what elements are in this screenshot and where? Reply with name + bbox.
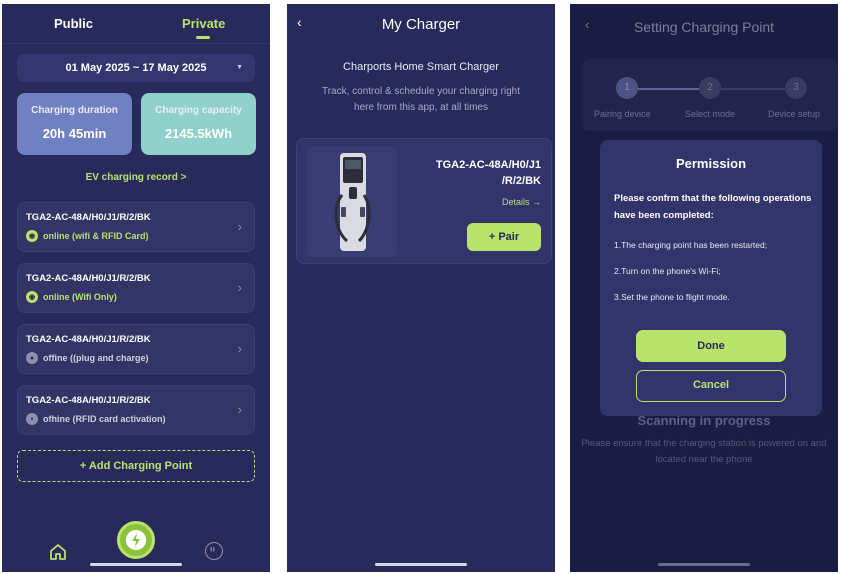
step-number: 3 bbox=[785, 77, 807, 99]
tab-bar: Public Private bbox=[2, 4, 270, 44]
charger-list-item[interactable]: TGA2-AC-48A/H0/J1/R/2/BK ◉ online (Wifi … bbox=[17, 263, 255, 313]
charger-model-line1: TGA2-AC-48A/H0/J1 bbox=[435, 159, 541, 171]
setup-stepper: 1 2 3 Pairing device Select mode Device … bbox=[582, 59, 838, 131]
charger-status-text: offine ((plug and charge) bbox=[43, 353, 149, 363]
charger-status: ◉ online (Wifi Only) bbox=[26, 291, 117, 303]
charger-model: TGA2-AC-48A/H0/J1/R/2/BK bbox=[26, 273, 151, 284]
step-number: 1 bbox=[616, 77, 638, 99]
charger-list-item[interactable]: TGA2-AC-48A/H0/J1/R/2/BK ◉ online (wifi … bbox=[17, 202, 255, 252]
charger-product-name: Charports Home Smart Charger bbox=[343, 61, 499, 73]
checklist-item: 2.Turn on the phone's Wi-Fi; bbox=[614, 266, 721, 276]
charger-image bbox=[307, 147, 397, 257]
step-label: Select mode bbox=[685, 109, 736, 119]
duration-value: 20h 45min bbox=[42, 126, 107, 141]
charging-dashboard-screen: Public Private 01 May 2025 ~ 17 May 2025… bbox=[2, 4, 270, 572]
capacity-value: 2145.5kWh bbox=[164, 126, 233, 141]
charger-status-text: online (wifi & RFID Card) bbox=[43, 231, 149, 241]
charger-list-item[interactable]: TGA2-AC-48A/H0/J1/R/2/BK ● offine ((plug… bbox=[17, 324, 255, 374]
step-number: 2 bbox=[699, 77, 721, 99]
plug-icon: ● bbox=[26, 352, 38, 364]
charger-card: TGA2-AC-48A/H0/J1 /R/2/BK Details → + Pa… bbox=[296, 138, 552, 264]
done-button[interactable]: Done bbox=[636, 330, 786, 362]
dialog-title: Permission bbox=[675, 156, 747, 171]
charger-model: TGA2-AC-48A/H0/J1 /R/2/BK bbox=[411, 157, 541, 189]
my-charger-screen: ‹ My Charger Charports Home Smart Charge… bbox=[287, 4, 555, 572]
wifi-icon: ◉ bbox=[26, 230, 38, 242]
charging-capacity-card: Charging capacity 2145.5kWh bbox=[141, 93, 256, 155]
charger-list-item[interactable]: TGA2-AC-48A/H0/J1/R/2/BK ▪ ofhine (RFID … bbox=[17, 385, 255, 435]
charger-model: TGA2-AC-48A/H0/J1/R/2/BK bbox=[26, 334, 151, 345]
page-title: My Charger bbox=[381, 16, 461, 33]
charger-status: ◉ online (wifi & RFID Card) bbox=[26, 230, 149, 242]
charger-description: Track, control & schedule your charging … bbox=[321, 86, 521, 113]
checklist-item: 1.The charging point has been restarted; bbox=[614, 240, 768, 250]
dialog-message: Please confrm that the following operati… bbox=[614, 193, 812, 221]
step-connector bbox=[638, 88, 699, 90]
home-indicator bbox=[375, 563, 467, 566]
scan-description: Please ensure that the charging station … bbox=[581, 438, 827, 465]
charger-status: ▪ ofhine (RFID card activation) bbox=[26, 413, 166, 425]
details-link[interactable]: Details → bbox=[502, 197, 541, 207]
setting-charging-point-screen: ‹ Setting Charging Point 1 2 3 Pairing d… bbox=[570, 4, 838, 572]
date-range-text: 01 May 2025 ~ 17 May 2025 bbox=[65, 62, 207, 74]
charger-status: ● offine ((plug and charge) bbox=[26, 352, 149, 364]
add-charging-point-button[interactable]: + Add Charging Point bbox=[17, 450, 255, 482]
charger-model-line2: /R/2/BK bbox=[501, 175, 541, 187]
lightning-icon bbox=[126, 530, 146, 550]
checklist-item: 3.Set the phone to flight mode. bbox=[614, 292, 730, 302]
card-icon: ▪ bbox=[26, 413, 38, 425]
charging-duration-card: Charging duration 20h 45min bbox=[17, 93, 132, 155]
home-icon[interactable] bbox=[48, 542, 68, 562]
charge-button[interactable] bbox=[117, 521, 155, 559]
tab-private[interactable]: Private bbox=[182, 16, 225, 31]
tab-public[interactable]: Public bbox=[54, 16, 93, 31]
step-label: Pairing device bbox=[594, 109, 651, 119]
step-connector bbox=[721, 88, 785, 90]
active-tab-indicator bbox=[196, 36, 210, 39]
chevron-right-icon: › bbox=[237, 280, 242, 295]
pair-button[interactable]: + Pair bbox=[467, 223, 541, 251]
charger-status-text: online (Wifi Only) bbox=[43, 292, 117, 302]
chevron-right-icon: › bbox=[237, 219, 242, 234]
home-indicator bbox=[658, 563, 750, 566]
step-label: Device setup bbox=[768, 109, 821, 119]
wifi-icon: ◉ bbox=[26, 291, 38, 303]
charger-model: TGA2-AC-48A/H0/J1/R/2/BK bbox=[26, 395, 151, 406]
caret-down-icon: ▼ bbox=[236, 64, 243, 71]
chevron-right-icon: › bbox=[237, 341, 242, 356]
charger-status-text: ofhine (RFID card activation) bbox=[43, 414, 166, 424]
charger-model: TGA2-AC-48A/H0/J1/R/2/BK bbox=[26, 212, 151, 223]
date-range-selector[interactable]: 01 May 2025 ~ 17 May 2025 ▼ bbox=[17, 54, 255, 82]
home-indicator bbox=[90, 563, 182, 566]
ev-charging-record-link[interactable]: EV charging record > bbox=[2, 172, 270, 183]
pause-icon[interactable] bbox=[205, 542, 223, 560]
page-title: Setting Charging Point bbox=[633, 19, 775, 35]
capacity-label: Charging capacity bbox=[155, 105, 242, 116]
duration-label: Charging duration bbox=[31, 105, 118, 116]
permission-dialog: Permission Please confrm that the follow… bbox=[600, 140, 822, 416]
chevron-right-icon: › bbox=[237, 402, 242, 417]
cancel-button[interactable]: Cancel bbox=[636, 370, 786, 402]
